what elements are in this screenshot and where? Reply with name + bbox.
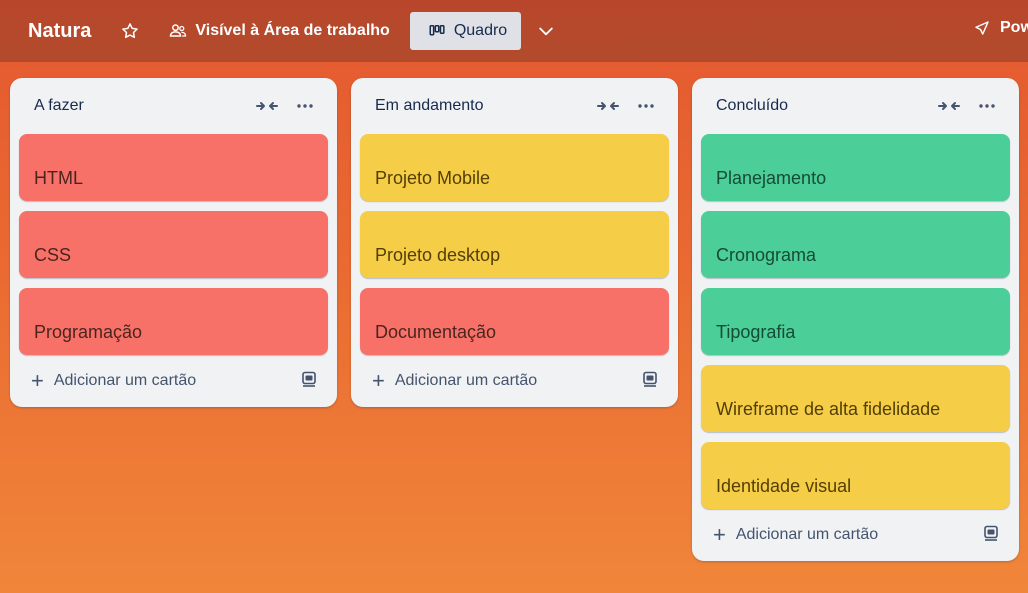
card-label: Wireframe de alta fidelidade: [716, 399, 941, 419]
plus-icon: +: [372, 368, 385, 393]
board-title[interactable]: Natura: [28, 20, 91, 43]
card-label: CSS: [34, 245, 72, 265]
visibility-label: Visível à Área de trabalho: [195, 22, 390, 39]
card-label: HTML: [34, 168, 83, 188]
collapse-icon[interactable]: [254, 95, 280, 117]
card[interactable]: Wireframe de alta fidelidade: [701, 365, 1010, 432]
card[interactable]: HTML: [19, 134, 328, 201]
card[interactable]: Projeto Mobile: [360, 134, 669, 201]
card[interactable]: Tipografia: [701, 288, 1010, 355]
more-options-icon[interactable]: [974, 95, 1000, 117]
card[interactable]: CSS: [19, 211, 328, 278]
collapse-icon[interactable]: [936, 95, 962, 117]
rocket-icon: [972, 18, 992, 38]
power-ups-label: Pow: [1000, 19, 1028, 36]
view-switcher-button[interactable]: Quadro: [409, 12, 522, 50]
list-em-andamento: Em andamento Projeto Mobile Projeto desk…: [351, 78, 678, 407]
add-card-label: Adicionar um cartão: [735, 526, 879, 543]
card-label: Identidade visual: [716, 476, 852, 496]
plus-icon: +: [713, 522, 726, 547]
card-label: Tipografia: [716, 322, 796, 342]
add-card-label: Adicionar um cartão: [53, 372, 197, 389]
list-a-fazer: A fazer HTML CSS Programação + Adicionar…: [10, 78, 337, 407]
list-title[interactable]: A fazer: [34, 97, 84, 115]
card[interactable]: Identidade visual: [701, 442, 1010, 509]
board-header: Natura Visível à Área de trabalho Quadro…: [0, 0, 1028, 62]
plus-icon: +: [31, 368, 44, 393]
list-header: Em andamento: [360, 78, 669, 134]
card-label: Projeto Mobile: [375, 168, 491, 188]
collapse-icon[interactable]: [595, 95, 621, 117]
more-options-icon[interactable]: [633, 95, 659, 117]
card-label: Documentação: [375, 322, 497, 342]
list-title[interactable]: Concluído: [716, 97, 788, 115]
card-label: Cronograma: [716, 245, 817, 265]
list-concluido: Concluído Planejamento Cronograma Tipogr…: [692, 78, 1019, 561]
card[interactable]: Programação: [19, 288, 328, 355]
power-ups-button[interactable]: Pow: [972, 18, 1028, 38]
card[interactable]: Projeto desktop: [360, 211, 669, 278]
list-header: Concluído: [701, 78, 1010, 134]
list-header: A fazer: [19, 78, 328, 134]
card-label: Programação: [34, 322, 143, 342]
add-card-button[interactable]: + Adicionar um cartão: [360, 355, 669, 407]
list-title[interactable]: Em andamento: [375, 97, 484, 115]
visibility-button[interactable]: Visível à Área de trabalho: [165, 18, 390, 44]
card[interactable]: Cronograma: [701, 211, 1010, 278]
card-label: Planejamento: [716, 168, 827, 188]
card-template-icon[interactable]: [300, 370, 318, 393]
card-template-icon[interactable]: [982, 524, 1000, 547]
chevron-down-icon[interactable]: [533, 18, 559, 44]
board-view-icon: [424, 18, 450, 44]
add-card-button[interactable]: + Adicionar um cartão: [701, 509, 1010, 561]
add-card-button[interactable]: + Adicionar um cartão: [19, 355, 328, 407]
card[interactable]: Planejamento: [701, 134, 1010, 201]
view-label: Quadro: [453, 22, 508, 39]
more-options-icon[interactable]: [292, 95, 318, 117]
card-template-icon[interactable]: [641, 370, 659, 393]
card-label: Projeto desktop: [375, 245, 501, 265]
people-icon: [165, 18, 191, 44]
add-card-label: Adicionar um cartão: [394, 372, 538, 389]
star-icon[interactable]: [117, 18, 143, 44]
card[interactable]: Documentação: [360, 288, 669, 355]
